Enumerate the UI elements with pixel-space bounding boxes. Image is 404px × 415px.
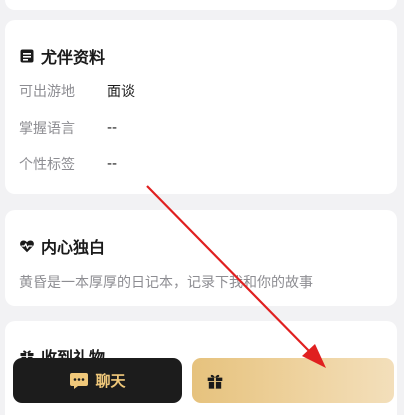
heartbeat-icon xyxy=(19,238,35,254)
bio-title-text: 内心独白 xyxy=(41,238,106,257)
info-row-language: 掌握语言 -- xyxy=(19,118,117,138)
info-value: 面谈 xyxy=(107,84,135,100)
info-label: 掌握语言 xyxy=(19,121,75,137)
bio-text: 黄昏是一本厚厚的日记本，记录下我和你的故事 xyxy=(19,275,313,291)
info-label: 可出游地 xyxy=(19,84,75,100)
chat-button-label: 聊天 xyxy=(95,372,126,390)
info-value: -- xyxy=(107,120,118,136)
chat-button[interactable]: 聊天 xyxy=(13,358,182,403)
info-label: 个性标签 xyxy=(19,157,75,173)
info-row-tags: 个性标签 -- xyxy=(19,154,117,174)
profile-card-title: 尤伴资料 xyxy=(19,44,105,68)
bio-card-title: 内心独白 xyxy=(19,234,105,258)
profile-card: 尤伴资料 可出游地 面谈 掌握语言 -- 个性标签 -- xyxy=(5,20,397,194)
chat-bubble-icon xyxy=(69,372,89,390)
profile-title-text: 尤伴资料 xyxy=(41,48,106,67)
gift-icon xyxy=(206,372,224,390)
info-value: -- xyxy=(107,156,118,172)
send-gift-button[interactable] xyxy=(192,358,394,403)
bio-card: 内心独白 黄昏是一本厚厚的日记本，记录下我和你的故事 xyxy=(5,210,397,306)
id-card-icon xyxy=(19,48,35,64)
previous-card xyxy=(5,0,397,10)
info-row-travel: 可出游地 面谈 xyxy=(19,81,135,101)
bottom-action-bar: 聊天 xyxy=(0,355,404,415)
